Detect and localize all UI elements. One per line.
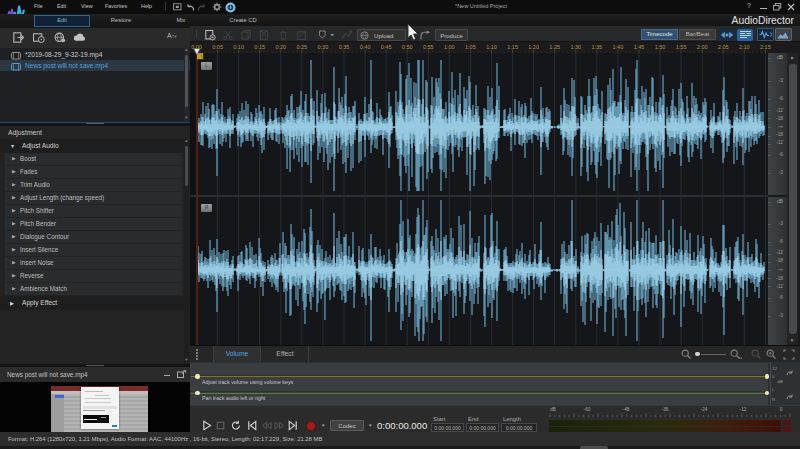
svg-text:1:30: 1:30 [570,44,581,50]
svg-text:1:45: 1:45 [634,44,645,50]
svg-text:0:10: 0:10 [233,44,244,50]
svg-text:1:20: 1:20 [528,44,539,50]
svg-text:1:15: 1:15 [507,44,518,50]
svg-text:0:45: 0:45 [381,44,392,50]
svg-text:0:40: 0:40 [360,44,371,50]
svg-text:2:00: 2:00 [697,44,708,50]
svg-text:2:15: 2:15 [760,44,771,50]
svg-text:1:55: 1:55 [676,44,687,50]
svg-text:0:20: 0:20 [275,44,286,50]
svg-text:0:30: 0:30 [318,44,329,50]
svg-text:0:05: 0:05 [212,44,223,50]
svg-text:1:00: 1:00 [444,44,455,50]
svg-text:0:55: 0:55 [423,44,434,50]
svg-text:1:10: 1:10 [486,44,497,50]
svg-text:0:15: 0:15 [254,44,265,50]
svg-text:0:25: 0:25 [296,44,307,50]
svg-text:2:10: 2:10 [739,44,750,50]
svg-text:1:35: 1:35 [591,44,602,50]
svg-text:1:25: 1:25 [549,44,560,50]
svg-text:1:05: 1:05 [465,44,476,50]
svg-text:0:35: 0:35 [339,44,350,50]
svg-text:0:50: 0:50 [402,44,413,50]
svg-text:2:05: 2:05 [718,44,729,50]
svg-text:1:40: 1:40 [613,44,624,50]
svg-text:1:50: 1:50 [655,44,666,50]
